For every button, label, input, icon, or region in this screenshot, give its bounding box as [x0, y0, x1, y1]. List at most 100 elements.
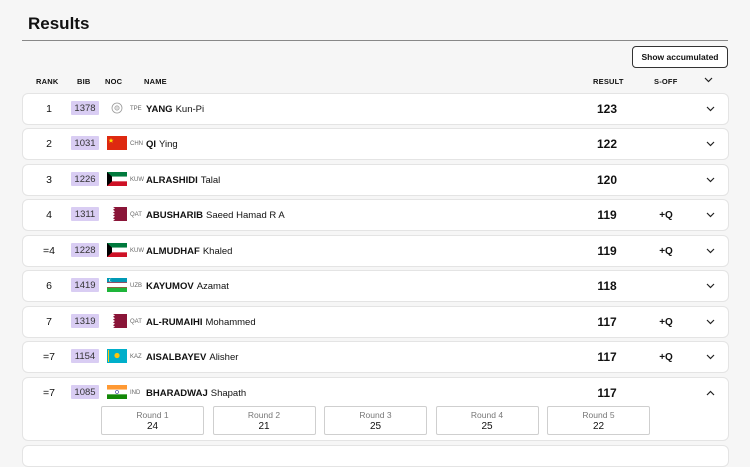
show-accumulated-button[interactable]: Show accumulated [632, 46, 728, 68]
athlete-given-name: Saeed Hamad R A [206, 209, 285, 221]
column-header-noc: NOC [105, 77, 123, 86]
athlete-name: ABUSHARIB Saeed Hamad R A [146, 200, 285, 230]
athlete-surname: AL-RUMAIHI [146, 316, 203, 328]
bib-number: 1031 [71, 136, 99, 150]
athlete-given-name: Ying [159, 138, 178, 150]
kaz-flag-icon [107, 349, 127, 363]
result-row[interactable]: =7 1085 IND BHARADWAJ Shapath 117 Round 1 24 … [22, 377, 729, 441]
athlete-surname: ABUSHARIB [146, 209, 203, 221]
rank-value: 7 [46, 316, 52, 328]
result-value: 117 [597, 350, 617, 364]
shootoff-value: +Q [659, 316, 673, 328]
result-value: 122 [596, 137, 618, 151]
chevron-down-icon[interactable] [704, 76, 713, 86]
rank-value: =7 [43, 351, 55, 363]
result-row[interactable]: =4 1228 KUW ALMUDHAF Khaled 119 +Q [22, 235, 729, 267]
round-box: Round 3 25 [324, 406, 427, 435]
chevron-down-icon[interactable] [703, 129, 717, 159]
shootoff-value: +Q [659, 351, 673, 363]
column-header-soff: S-OFF [654, 77, 678, 86]
noc-code: QAT [130, 319, 142, 325]
noc-code: KAZ [130, 354, 142, 360]
chn-flag-icon [107, 136, 127, 150]
ind-flag-icon [107, 385, 127, 399]
athlete-given-name: Khaled [202, 245, 233, 257]
uzb-flag-icon [107, 278, 127, 292]
column-header-name: NAME [144, 77, 167, 86]
chevron-down-icon[interactable] [703, 271, 717, 301]
result-row[interactable]: 4 1311 QAT ABUSHARIB Saeed Hamad R A 119 +Q [22, 199, 729, 231]
result-row[interactable]: 6 1419 UZB KAYUMOV Azamat 118 [22, 270, 729, 302]
result-value: 118 [597, 279, 617, 293]
chevron-down-icon[interactable] [703, 342, 717, 372]
athlete-name: ALMUDHAF Khaled [146, 236, 232, 266]
athlete-given-name: Talal [200, 174, 221, 186]
bib-number: 1226 [71, 172, 99, 186]
result-value: 120 [596, 173, 618, 187]
rank-value: 1 [46, 103, 52, 115]
noc-code: TPE [130, 106, 142, 112]
noc-code: IND [130, 390, 141, 396]
qat-flag-icon [107, 314, 127, 328]
athlete-given-name: Mohammed [205, 316, 256, 328]
noc-code: QAT [130, 212, 142, 218]
column-header-rank: RANK [36, 77, 59, 86]
rank-value: 4 [46, 209, 52, 221]
round-score: 25 [481, 421, 493, 432]
result-row[interactable]: 3 1226 KUW ALRASHIDI Talal 120 [22, 164, 729, 196]
bib-number: 1419 [71, 278, 99, 292]
noc-code: KUW [130, 177, 144, 183]
athlete-given-name: Alisher [209, 351, 239, 363]
rank-value: 2 [46, 138, 52, 150]
athlete-surname: BHARADWAJ [146, 387, 208, 399]
athlete-surname: YANG [146, 103, 173, 115]
athlete-name: ALRASHIDI Talal [146, 165, 220, 195]
shootoff-value: +Q [659, 245, 673, 257]
tpe-flag-icon [107, 101, 127, 115]
shootoff-value [655, 378, 677, 408]
result-row[interactable]: 1 1378 TPE YANG Kun-Pi 123 [22, 93, 729, 125]
result-value: 123 [596, 102, 618, 116]
round-score: 25 [369, 421, 382, 432]
rank-value: 3 [46, 174, 52, 186]
athlete-surname: ALRASHIDI [146, 174, 198, 186]
round-box: Round 4 25 [435, 406, 539, 435]
result-value: 119 [597, 208, 617, 222]
bib-number: 1311 [71, 207, 99, 221]
chevron-down-icon[interactable] [703, 94, 717, 124]
bib-number: 1228 [71, 243, 99, 257]
bib-number: 1085 [71, 385, 99, 399]
round-label: Round 5 [582, 410, 615, 420]
kuw-flag-icon [107, 172, 127, 186]
round-box: Round 1 24 [101, 406, 204, 435]
shootoff-value [655, 94, 677, 124]
athlete-surname: KAYUMOV [146, 280, 194, 292]
column-header-result: RESULT [593, 77, 624, 86]
round-score: 21 [258, 421, 270, 432]
round-score: 22 [592, 421, 605, 432]
athlete-given-name: Azamat [196, 280, 229, 292]
bib-number: 1319 [71, 314, 99, 328]
athlete-given-name: Shapath [210, 387, 247, 399]
athlete-name: YANG Kun-Pi [146, 94, 204, 124]
rank-value: =7 [43, 387, 55, 399]
noc-code: UZB [130, 283, 142, 289]
result-row[interactable]: 7 1319 QAT AL-RUMAIHI Mohammed 117 +Q [22, 306, 729, 338]
athlete-name: KAYUMOV Azamat [146, 271, 229, 301]
result-row[interactable]: 2 1031 CHN QI Ying 122 [22, 128, 729, 160]
chevron-down-icon[interactable] [703, 307, 717, 337]
result-row[interactable]: =7 1154 KAZ AISALBAYEV Alisher 117 +Q [22, 341, 729, 373]
athlete-name: BHARADWAJ Shapath [146, 378, 246, 408]
chevron-up-icon[interactable] [703, 378, 717, 408]
bib-number: 1154 [71, 349, 99, 363]
result-value: 119 [597, 244, 617, 258]
athlete-given-name: Kun-Pi [175, 103, 205, 115]
column-header-bib: BIB [77, 77, 91, 86]
shootoff-value: +Q [659, 209, 673, 221]
chevron-down-icon[interactable] [703, 200, 717, 230]
chevron-down-icon[interactable] [703, 165, 717, 195]
athlete-surname: AISALBAYEV [146, 351, 207, 363]
page-title: Results [28, 14, 90, 33]
noc-code: CHN [130, 141, 143, 147]
chevron-down-icon[interactable] [703, 236, 717, 266]
